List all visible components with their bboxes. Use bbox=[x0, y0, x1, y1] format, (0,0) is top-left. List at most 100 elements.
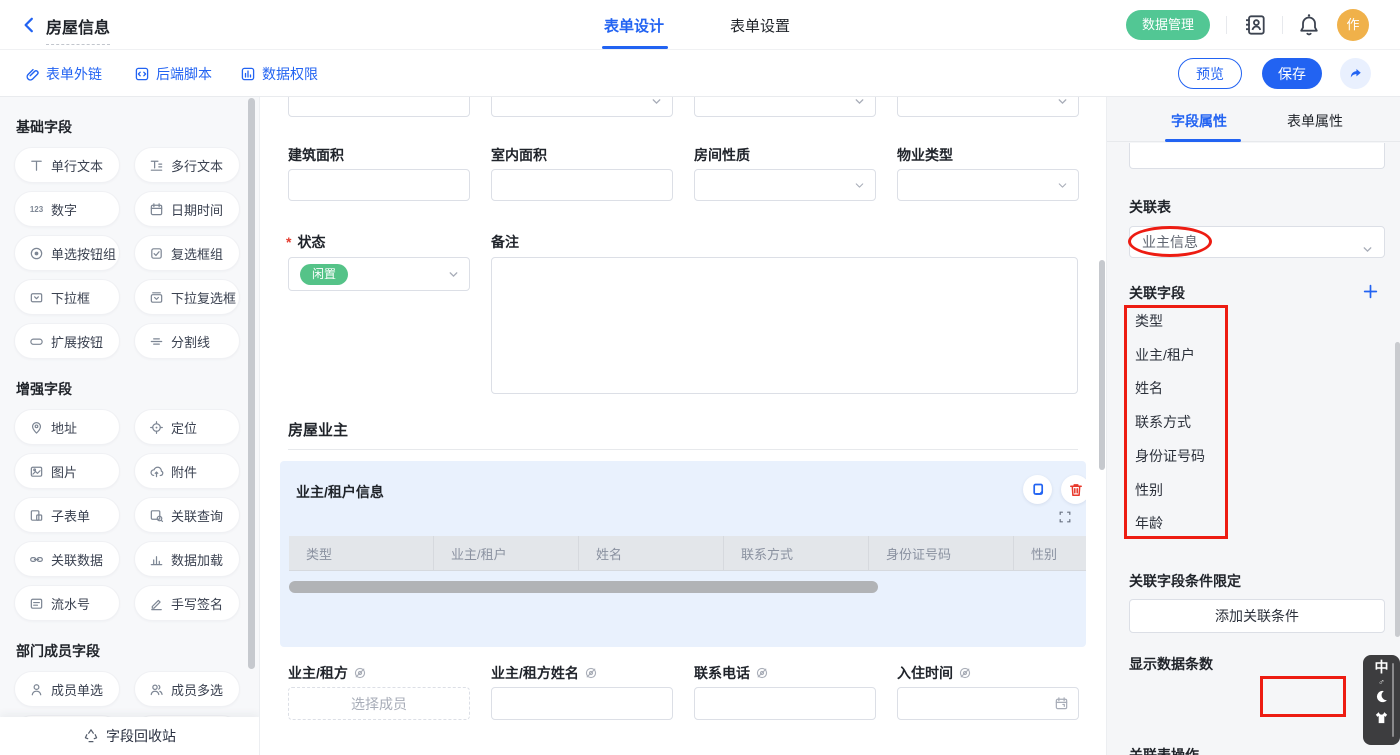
related-field-item[interactable]: 性别 bbox=[1135, 480, 1163, 500]
ime-gender-icon[interactable]: ♂ bbox=[1378, 677, 1385, 688]
copy-field-button[interactable] bbox=[1023, 475, 1052, 504]
sidebar-section-title: 部门成员字段 bbox=[16, 641, 259, 661]
form-canvas[interactable]: 建筑面积室内面积房间性质物业类型 *状态 闲置 备注 房屋业主 业主/租户信息 bbox=[260, 97, 1106, 755]
share-button[interactable] bbox=[1340, 58, 1371, 89]
field-label: 物业类型 bbox=[897, 145, 953, 165]
sidebar-field-grid: 单行文本 多行文本 123数字日期时间单选按钮组复选框组下拉框下拉复选框扩展按钮分割… bbox=[0, 147, 259, 359]
signature-icon bbox=[149, 596, 164, 611]
form-field-select[interactable] bbox=[897, 97, 1079, 117]
panel-scrollbar[interactable] bbox=[1395, 342, 1400, 637]
ime-toolbar[interactable]: 中 ♂ bbox=[1363, 655, 1400, 745]
add-field-plus-icon[interactable] bbox=[1362, 283, 1379, 300]
panel-tabs: 字段属性 表单属性 bbox=[1107, 97, 1400, 142]
related-field-item[interactable]: 联系方式 bbox=[1135, 412, 1191, 432]
avatar[interactable]: 作 bbox=[1337, 9, 1369, 41]
related-field-item[interactable]: 年龄 bbox=[1135, 513, 1163, 533]
page-title[interactable]: 房屋信息 bbox=[46, 14, 110, 45]
subform-hscrollbar[interactable] bbox=[289, 581, 878, 593]
date-field[interactable] bbox=[897, 687, 1079, 720]
form-field-input[interactable] bbox=[491, 687, 673, 720]
field-pill-users[interactable]: 成员多选 bbox=[134, 671, 240, 707]
preview-button[interactable]: 预览 bbox=[1178, 58, 1242, 89]
field-pill-checkbox[interactable]: 复选框组 bbox=[134, 235, 240, 271]
textarea-icon bbox=[149, 158, 164, 173]
form-field-input[interactable] bbox=[694, 687, 876, 720]
related-field-item[interactable]: 姓名 bbox=[1135, 378, 1163, 398]
form-external-link[interactable]: 表单外链 bbox=[24, 64, 102, 84]
field-pill-signature[interactable]: 手写签名 bbox=[134, 585, 240, 621]
tab-field-properties[interactable]: 字段属性 bbox=[1171, 111, 1227, 131]
calendar-icon bbox=[1054, 696, 1069, 711]
field-pill-select[interactable]: 下拉框 bbox=[14, 279, 120, 315]
ime-skin-shirt-icon[interactable] bbox=[1374, 710, 1389, 730]
chevron-down-icon bbox=[1056, 179, 1069, 192]
form-field-input[interactable] bbox=[288, 97, 470, 117]
form-field-input[interactable] bbox=[288, 169, 470, 201]
copy-icon bbox=[1030, 482, 1046, 498]
scrolled-input-partial[interactable] bbox=[1129, 143, 1385, 169]
back-icon[interactable] bbox=[20, 16, 38, 34]
field-pill-label: 多行文本 bbox=[171, 156, 223, 175]
field-pill-serial[interactable]: 流水号 bbox=[14, 585, 120, 621]
field-pill-user[interactable]: 成员单选 bbox=[14, 671, 120, 707]
field-pill-subform[interactable]: 子表单 bbox=[14, 497, 120, 533]
save-button[interactable]: 保存 bbox=[1262, 58, 1322, 89]
related-table-select[interactable]: 业主信息 bbox=[1129, 226, 1385, 258]
related-field-item[interactable]: 身份证号码 bbox=[1135, 446, 1205, 466]
field-pill-text[interactable]: 单行文本 bbox=[14, 147, 120, 183]
tab-form-design[interactable]: 表单设计 bbox=[604, 15, 664, 36]
ime-darkmode-moon-icon[interactable] bbox=[1374, 689, 1389, 709]
bell-icon[interactable] bbox=[1297, 13, 1321, 37]
field-pill-button[interactable]: 扩展按钮 bbox=[14, 323, 120, 359]
field-pill-divider[interactable]: 分割线 bbox=[134, 323, 240, 359]
subform-owner-info[interactable]: 业主/租户信息 类型业主/租户姓名联系方式身份证号码性别 bbox=[280, 461, 1086, 647]
field-pill-data-load[interactable]: 数据加载 bbox=[134, 541, 240, 577]
expand-icon[interactable] bbox=[1058, 510, 1072, 524]
field-pill-number[interactable]: 123数字 bbox=[14, 191, 120, 227]
status-select[interactable]: 闲置 bbox=[288, 257, 470, 291]
field-pill-calendar[interactable]: 日期时间 bbox=[134, 191, 240, 227]
data-manage-button[interactable]: 数据管理 bbox=[1126, 10, 1210, 40]
subform-title: 业主/租户信息 bbox=[296, 482, 384, 502]
form-field-select[interactable] bbox=[694, 169, 876, 201]
tab-form-properties[interactable]: 表单属性 bbox=[1287, 111, 1343, 131]
field-pill-address[interactable]: 地址 bbox=[14, 409, 120, 445]
related-field-item[interactable]: 类型 bbox=[1135, 311, 1163, 331]
tab-form-settings[interactable]: 表单设置 bbox=[730, 15, 790, 36]
recycle-icon bbox=[83, 728, 99, 744]
form-field-select[interactable] bbox=[491, 97, 673, 117]
form-field-input[interactable] bbox=[491, 169, 673, 201]
remark-textarea[interactable] bbox=[491, 257, 1078, 394]
member-picker-field[interactable]: 选择成员 bbox=[288, 687, 470, 720]
field-pill-relation-data[interactable]: 关联数据 bbox=[14, 541, 120, 577]
canvas-scrollbar[interactable] bbox=[1099, 260, 1105, 470]
field-pill-image[interactable]: 图片 bbox=[14, 453, 120, 489]
field-pill-multiselect[interactable]: 下拉复选框 bbox=[134, 279, 240, 315]
form-field-select[interactable] bbox=[694, 97, 876, 117]
field-pill-label: 流水号 bbox=[51, 594, 90, 613]
field-pill-location[interactable]: 定位 bbox=[134, 409, 240, 445]
field-pill-relation-query[interactable]: 关联查询 bbox=[134, 497, 240, 533]
data-permission-link[interactable]: 数据权限 bbox=[240, 64, 318, 84]
sidebar-scrollbar[interactable] bbox=[248, 98, 255, 669]
field-recycle-bin[interactable]: 字段回收站 bbox=[0, 717, 259, 755]
field-pill-label: 子表单 bbox=[51, 506, 90, 525]
field-pill-label: 附件 bbox=[171, 462, 197, 481]
field-pill-radio[interactable]: 单选按钮组 bbox=[14, 235, 120, 271]
subform-column-header: 业主/租户 bbox=[434, 536, 579, 570]
field-pill-textarea[interactable]: 多行文本 bbox=[134, 147, 240, 183]
ime-language-indicator[interactable]: 中 bbox=[1375, 659, 1389, 676]
add-condition-button[interactable]: 添加关联条件 bbox=[1129, 599, 1385, 633]
delete-field-button[interactable] bbox=[1061, 475, 1086, 504]
contacts-icon[interactable] bbox=[1243, 13, 1267, 37]
form-field-select[interactable] bbox=[897, 169, 1079, 201]
eye-off-icon bbox=[755, 666, 769, 680]
field-pill-label: 关联数据 bbox=[51, 550, 103, 569]
related-field-item[interactable]: 业主/租户 bbox=[1135, 345, 1195, 365]
field-label: 建筑面积 bbox=[288, 145, 344, 165]
app-header: 房屋信息 表单设计 表单设置 数据管理 作 bbox=[0, 0, 1400, 50]
backend-script-link[interactable]: 后端脚本 bbox=[134, 64, 212, 84]
permission-icon bbox=[240, 66, 256, 82]
field-label: 入住时间 bbox=[897, 663, 972, 683]
field-pill-attachment[interactable]: 附件 bbox=[134, 453, 240, 489]
